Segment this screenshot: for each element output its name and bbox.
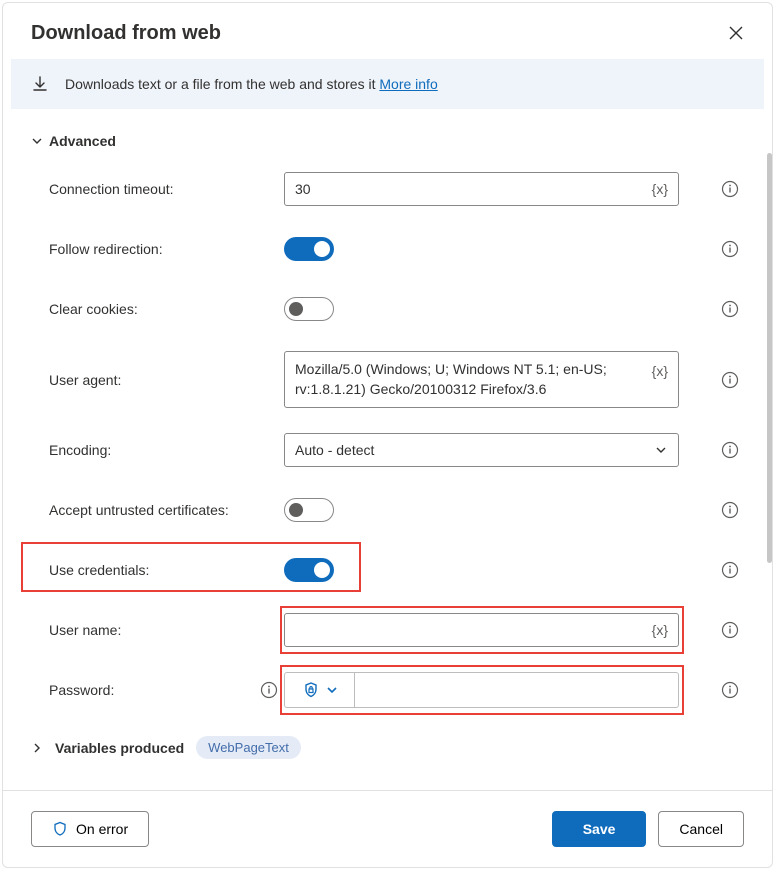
label-user-agent: User agent: (49, 372, 121, 388)
variables-produced-section[interactable]: Variables produced WebPageText (31, 736, 744, 759)
variable-badge-icon[interactable]: {x} (652, 362, 668, 382)
banner-text: Downloads text or a file from the web an… (65, 76, 438, 92)
cancel-button[interactable]: Cancel (658, 811, 744, 847)
close-button[interactable] (724, 21, 748, 45)
download-from-web-dialog: Download from web Downloads text or a fi… (2, 2, 773, 868)
label-password: Password: (49, 682, 114, 698)
info-icon[interactable] (721, 621, 739, 639)
dialog-body: Advanced Connection timeout: 30 {x} Foll… (3, 109, 772, 790)
variable-badge-icon[interactable]: {x} (652, 181, 668, 197)
password-credential-input[interactable] (284, 672, 679, 708)
shield-lock-icon (302, 681, 320, 699)
label-encoding: Encoding: (49, 442, 111, 458)
dialog-footer: On error Save Cancel (3, 790, 772, 867)
row-connection-timeout: Connection timeout: 30 {x} (31, 171, 744, 207)
user-name-input[interactable]: {x} (284, 613, 679, 647)
accept-untrusted-toggle[interactable] (284, 498, 334, 522)
more-info-link[interactable]: More info (379, 76, 437, 92)
connection-timeout-input[interactable]: 30 {x} (284, 172, 679, 206)
label-connection-timeout: Connection timeout: (49, 181, 174, 197)
scrollbar-thumb[interactable] (767, 153, 772, 563)
variables-produced-label: Variables produced (55, 740, 184, 756)
row-follow-redirection: Follow redirection: (31, 231, 744, 267)
password-text-input[interactable] (355, 673, 678, 707)
variable-badge-icon[interactable]: {x} (652, 622, 668, 638)
encoding-select[interactable]: Auto - detect (284, 433, 679, 467)
row-user-name: User name: {x} (31, 612, 744, 648)
variable-tag[interactable]: WebPageText (196, 736, 301, 759)
info-icon[interactable] (721, 240, 739, 258)
credential-picker-button[interactable] (285, 673, 355, 707)
download-icon (31, 75, 49, 93)
row-accept-untrusted: Accept untrusted certificates: (31, 492, 744, 528)
close-icon (728, 25, 744, 41)
info-icon[interactable] (260, 681, 278, 699)
chevron-down-icon (31, 135, 43, 147)
label-clear-cookies: Clear cookies: (49, 301, 138, 317)
follow-redirection-toggle[interactable] (284, 237, 334, 261)
dialog-title: Download from web (31, 22, 221, 45)
dialog-header: Download from web (3, 3, 772, 59)
label-accept-untrusted: Accept untrusted certificates: (49, 502, 229, 518)
user-agent-input[interactable]: Mozilla/5.0 (Windows; U; Windows NT 5.1;… (284, 351, 679, 408)
row-clear-cookies: Clear cookies: (31, 291, 744, 327)
label-follow-redirection: Follow redirection: (49, 241, 163, 257)
info-icon[interactable] (721, 371, 739, 389)
advanced-section-header[interactable]: Advanced (31, 133, 744, 149)
clear-cookies-toggle[interactable] (284, 297, 334, 321)
chevron-down-icon (654, 443, 668, 457)
row-use-credentials: Use credentials: (31, 552, 744, 588)
chevron-down-icon (326, 684, 338, 696)
info-icon[interactable] (721, 681, 739, 699)
info-icon[interactable] (721, 441, 739, 459)
info-icon[interactable] (721, 180, 739, 198)
info-icon[interactable] (721, 561, 739, 579)
shield-icon (52, 821, 68, 837)
label-user-name: User name: (49, 622, 121, 638)
use-credentials-toggle[interactable] (284, 558, 334, 582)
info-banner: Downloads text or a file from the web an… (11, 59, 764, 109)
label-use-credentials: Use credentials: (49, 562, 149, 578)
save-button[interactable]: Save (552, 811, 647, 847)
row-password: Password: (31, 672, 744, 708)
row-user-agent: User agent: Mozilla/5.0 (Windows; U; Win… (31, 351, 744, 408)
info-icon[interactable] (721, 501, 739, 519)
chevron-right-icon (31, 742, 43, 754)
on-error-button[interactable]: On error (31, 811, 149, 847)
row-encoding: Encoding: Auto - detect (31, 432, 744, 468)
info-icon[interactable] (721, 300, 739, 318)
